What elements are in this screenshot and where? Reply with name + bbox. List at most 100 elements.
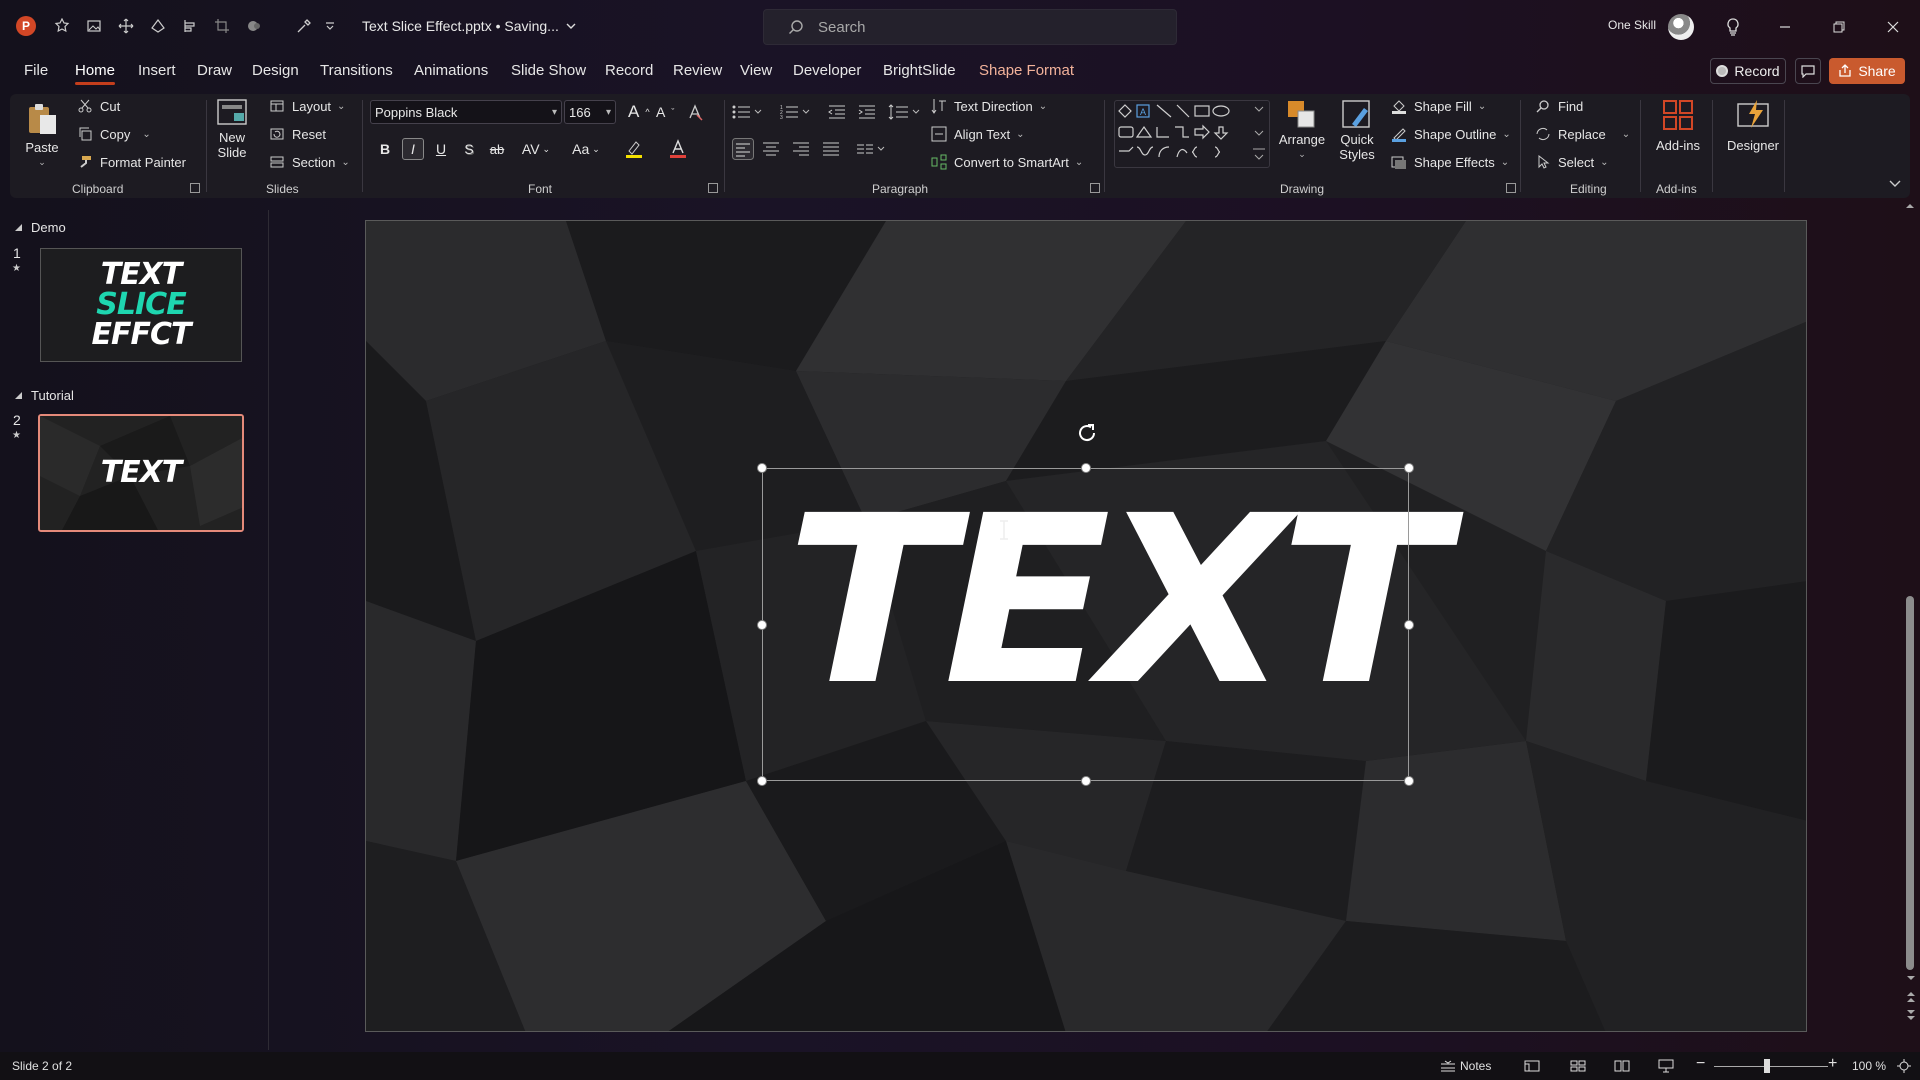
rotate-handle-icon[interactable] bbox=[1074, 420, 1100, 446]
cut-button[interactable]: Cut bbox=[76, 97, 120, 115]
resize-handle-bottom[interactable] bbox=[1081, 776, 1091, 786]
align-right-button[interactable] bbox=[792, 141, 810, 157]
previous-slide-icon[interactable] bbox=[1905, 990, 1917, 1004]
select-button[interactable]: Select ⌄ bbox=[1534, 153, 1609, 171]
shape-icon[interactable] bbox=[146, 14, 170, 38]
find-button[interactable]: Find bbox=[1534, 97, 1583, 115]
scroll-up-icon[interactable] bbox=[1904, 200, 1916, 212]
tab-shape-format[interactable]: Shape Format bbox=[979, 62, 1074, 79]
align-icon[interactable] bbox=[178, 14, 202, 38]
comments-button[interactable] bbox=[1795, 58, 1821, 84]
scrollbar-thumb[interactable] bbox=[1906, 596, 1914, 970]
clear-formatting-button[interactable] bbox=[686, 103, 704, 121]
resize-handle-top-left[interactable] bbox=[757, 463, 767, 473]
font-name-select[interactable]: Poppins Black ▾ bbox=[370, 100, 562, 124]
lightbulb-icon[interactable] bbox=[1718, 14, 1748, 40]
copy-button[interactable]: Copy ⌄ bbox=[76, 125, 151, 143]
tab-file[interactable]: File bbox=[24, 62, 48, 79]
reading-view-icon[interactable] bbox=[1612, 1057, 1632, 1075]
text-direction-button[interactable]: Text Direction ⌄ bbox=[930, 97, 1047, 115]
zoom-slider-thumb[interactable] bbox=[1764, 1059, 1770, 1073]
shapes-gallery[interactable]: A bbox=[1114, 100, 1270, 168]
bold-button[interactable]: B bbox=[374, 138, 396, 160]
dialog-launcher-icon[interactable] bbox=[190, 183, 200, 193]
layout-button[interactable]: Layout ⌄ bbox=[268, 97, 345, 115]
merge-shapes-icon[interactable] bbox=[242, 14, 266, 38]
normal-view-icon[interactable] bbox=[1522, 1057, 1542, 1075]
dialog-launcher-icon[interactable] bbox=[708, 183, 718, 193]
search-box[interactable] bbox=[763, 9, 1177, 45]
slide-sorter-icon[interactable] bbox=[1568, 1057, 1588, 1075]
tab-slide-show[interactable]: Slide Show bbox=[511, 62, 586, 79]
add-ins-button[interactable]: Add-ins bbox=[1650, 98, 1706, 153]
resize-handle-top[interactable] bbox=[1081, 463, 1091, 473]
convert-smartart-button[interactable]: Convert to SmartArt ⌄ bbox=[930, 153, 1083, 171]
font-size-select[interactable]: 166 ▾ bbox=[564, 100, 616, 124]
grow-font-button[interactable]: A ^ bbox=[628, 102, 650, 122]
tab-animations[interactable]: Animations bbox=[414, 62, 488, 79]
align-left-button[interactable] bbox=[732, 138, 754, 160]
minimize-icon[interactable] bbox=[1770, 14, 1800, 40]
user-name[interactable]: One Skill bbox=[1608, 18, 1656, 32]
resize-handle-left[interactable] bbox=[757, 620, 767, 630]
align-center-button[interactable] bbox=[762, 141, 780, 157]
tab-draw[interactable]: Draw bbox=[197, 62, 232, 79]
tab-transitions[interactable]: Transitions bbox=[320, 62, 393, 79]
dialog-launcher-icon[interactable] bbox=[1506, 183, 1516, 193]
avatar[interactable] bbox=[1668, 14, 1694, 40]
resize-handle-bottom-right[interactable] bbox=[1404, 776, 1414, 786]
zoom-level[interactable]: 100 % bbox=[1852, 1059, 1886, 1073]
document-title[interactable]: Text Slice Effect.pptx • Saving... bbox=[362, 18, 577, 34]
customize-toolbar-icon[interactable] bbox=[318, 14, 342, 38]
highlight-color-button[interactable] bbox=[616, 138, 652, 160]
justify-button[interactable] bbox=[822, 141, 840, 157]
font-color-button[interactable] bbox=[660, 138, 696, 160]
resize-handle-top-right[interactable] bbox=[1404, 463, 1414, 473]
increase-indent-button[interactable] bbox=[858, 104, 876, 120]
autosave-icon[interactable] bbox=[50, 14, 74, 38]
image-icon[interactable] bbox=[82, 14, 106, 38]
crop-icon[interactable] bbox=[210, 14, 234, 38]
share-button[interactable]: Share bbox=[1829, 58, 1905, 84]
move-icon[interactable] bbox=[114, 14, 138, 38]
bullets-button[interactable] bbox=[732, 104, 762, 120]
strikethrough-button[interactable]: ab bbox=[486, 138, 508, 160]
italic-button[interactable]: I bbox=[402, 138, 424, 160]
columns-button[interactable] bbox=[856, 141, 886, 157]
arrange-button[interactable]: Arrange ⌄ bbox=[1276, 98, 1328, 162]
tab-record[interactable]: Record bbox=[605, 62, 653, 79]
dialog-launcher-icon[interactable] bbox=[1090, 183, 1100, 193]
new-slide-button[interactable]: New Slide bbox=[210, 96, 254, 160]
resize-handle-bottom-left[interactable] bbox=[757, 776, 767, 786]
paste-button[interactable]: Paste ⌄ bbox=[24, 102, 60, 170]
tab-review[interactable]: Review bbox=[673, 62, 722, 79]
section-header-demo[interactable]: Demo bbox=[14, 220, 66, 235]
change-case-button[interactable]: Aa ⌄ bbox=[566, 138, 606, 160]
section-header-tutorial[interactable]: Tutorial bbox=[14, 388, 74, 403]
zoom-in-icon[interactable]: + bbox=[1828, 1055, 1837, 1073]
reset-button[interactable]: Reset bbox=[268, 125, 326, 143]
notes-button[interactable]: Notes bbox=[1460, 1059, 1491, 1073]
next-slide-icon[interactable] bbox=[1905, 1008, 1917, 1022]
shrink-font-button[interactable]: Aˇ bbox=[656, 104, 674, 120]
scroll-down-icon[interactable] bbox=[1905, 974, 1917, 982]
slide-thumbnail-2[interactable]: TEXT bbox=[38, 414, 244, 532]
slideshow-icon[interactable] bbox=[1656, 1057, 1676, 1075]
shape-effects-button[interactable]: Shape Effects ⌄ bbox=[1390, 153, 1509, 171]
selection-box[interactable] bbox=[762, 468, 1409, 781]
fit-to-window-icon[interactable] bbox=[1894, 1057, 1914, 1075]
align-text-button[interactable]: Align Text ⌄ bbox=[930, 125, 1025, 143]
numbering-button[interactable]: 123 bbox=[780, 104, 810, 120]
line-spacing-button[interactable] bbox=[888, 104, 920, 120]
record-button[interactable]: Record bbox=[1710, 58, 1786, 84]
zoom-slider[interactable] bbox=[1714, 1066, 1828, 1067]
close-icon[interactable] bbox=[1878, 14, 1908, 40]
slide-thumbnail-1[interactable]: TEXT SLICE EFFCT bbox=[40, 248, 242, 362]
tab-developer[interactable]: Developer bbox=[793, 62, 861, 79]
decrease-indent-button[interactable] bbox=[828, 104, 846, 120]
tab-view[interactable]: View bbox=[740, 62, 772, 79]
tab-brightslide[interactable]: BrightSlide bbox=[883, 62, 956, 79]
search-input[interactable] bbox=[818, 18, 1118, 36]
resize-handle-right[interactable] bbox=[1404, 620, 1414, 630]
notes-icon[interactable] bbox=[1438, 1057, 1458, 1075]
